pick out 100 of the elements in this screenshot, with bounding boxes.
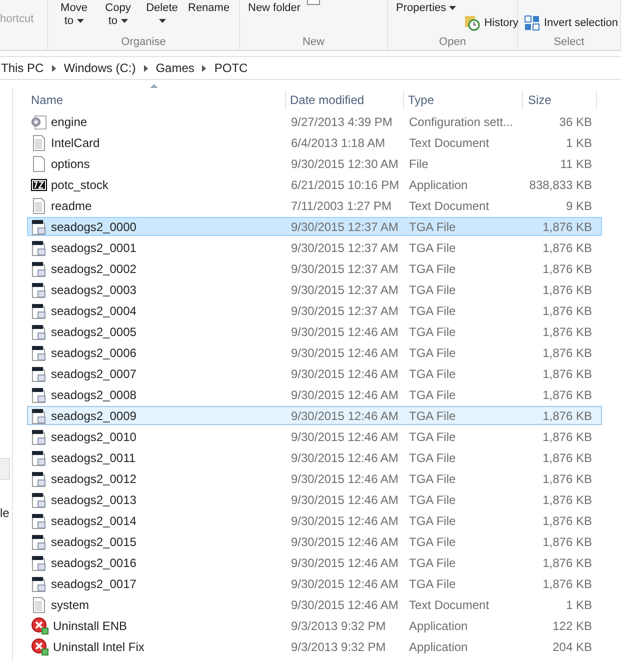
chevron-icon[interactable] [52,64,56,72]
file-row[interactable]: seadogs2_0013 9/30/2015 12:46 AM TGA File 1,876 KB [27,490,602,509]
date-modified: 6/4/2013 1:18 AM [291,136,386,150]
copy-button[interactable]: Copy to [98,0,138,30]
move-button[interactable]: Move to [54,0,94,30]
file-type: TGA File [409,282,456,296]
file-type: TGA File [409,240,456,254]
file-row[interactable]: seadogs2_0017 9/30/2015 12:46 AM TGA File 1,876 KB [27,574,602,593]
image-file-icon [31,386,47,402]
file-type: Text Document [409,136,490,150]
date-modified: 9/30/2015 12:46 AM [291,430,398,444]
file-size: 1,876 KB [542,472,592,486]
file-size: 1,876 KB [542,282,592,296]
date-modified: 9/30/2015 12:46 AM [291,576,398,590]
file-name: potc_stock [51,178,108,192]
text-file-icon [31,134,47,150]
file-row[interactable]: IntelCard 6/4/2013 1:18 AM Text Document 1 KB [27,133,602,152]
file-row[interactable]: seadogs2_0002 9/30/2015 12:37 AM TGA File 1,876 KB [27,259,602,278]
file-type: File [409,156,428,170]
image-file-icon [31,470,47,486]
column-header[interactable]: Size [523,90,597,110]
image-file-icon [31,260,47,276]
file-size: 1,876 KB [542,262,592,276]
file-row[interactable]: engine 9/27/2013 4:39 PM Configuration sett... 36 KB [27,112,602,131]
file-name: seadogs2_0011 [51,450,136,464]
image-file-icon [31,324,47,340]
file-row[interactable]: seadogs2_0006 9/30/2015 12:46 AM TGA File 1,876 KB [27,343,602,362]
file-size: 1,876 KB [542,430,592,444]
file-name: seadogs2_0007 [51,366,136,380]
file-row[interactable]: Uninstall ENB 9/3/2013 9:32 PM Application 122 KB [27,616,602,635]
date-modified: 9/30/2015 12:46 AM [291,472,398,486]
new-button[interactable]: New folder [246,0,303,17]
breadcrumb-item[interactable]: Windows (C:) [64,61,136,75]
history-button[interactable]: History [462,13,520,33]
file-row[interactable]: seadogs2_0014 9/30/2015 12:46 AM TGA File 1,876 KB [27,511,602,530]
text-file-icon [31,596,47,612]
file-row[interactable]: seadogs2_0016 9/30/2015 12:46 AM TGA File 1,876 KB [27,553,602,572]
file-name: system [51,598,90,612]
group-label: Open [439,36,466,48]
column-header[interactable]: Name [27,90,286,110]
file-row[interactable]: seadogs2_0010 9/30/2015 12:46 AM TGA File 1,876 KB [27,427,602,446]
file-size: 1,876 KB [542,492,592,506]
file-type: TGA File [409,304,456,318]
file-size: 1,876 KB [542,534,592,548]
image-file-icon [31,576,47,592]
file-row[interactable]: readme 7/11/2003 1:27 PM Text Document 9 KB [27,196,602,215]
delete-button[interactable]: Delete [142,0,182,30]
nav-item[interactable]: le [0,506,10,520]
file-row[interactable]: seadogs2_0000 9/30/2015 12:37 AM TGA File 1,876 KB [27,217,602,236]
file-row[interactable]: options 9/30/2015 12:30 AM File 11 KB [27,154,602,173]
file-type: Application [409,178,468,192]
date-modified: 9/30/2015 12:46 AM [291,450,398,464]
image-file-icon [31,344,47,360]
image-file-icon [31,512,47,528]
file-type: TGA File [409,388,456,402]
file-row[interactable]: seadogs2_0004 9/30/2015 12:37 AM TGA File 1,876 KB [27,301,602,320]
file-size: 36 KB [559,114,592,128]
scroll-thumb[interactable] [0,458,10,480]
column-header[interactable]: Type [404,90,523,110]
group-label: Organise [121,36,166,48]
chevron-icon[interactable] [144,64,148,72]
file-row[interactable]: seadogs2_0008 9/30/2015 12:46 AM TGA File 1,876 KB [27,385,602,404]
chevron-icon[interactable] [202,64,206,72]
file-size: 122 KB [552,619,592,633]
file-size: 1,876 KB [542,388,592,402]
file-name: IntelCard [51,136,100,150]
file-row[interactable]: seadogs2_0012 9/30/2015 12:46 AM TGA File 1,876 KB [27,469,602,488]
file-row[interactable]: Uninstall Intel Fix 9/3/2013 9:32 PM Application 204 KB [27,637,602,656]
date-modified: 7/11/2003 1:27 PM [291,198,392,212]
image-file-icon [31,492,47,508]
file-name: seadogs2_0013 [51,492,136,506]
file-row[interactable]: seadogs2_0007 9/30/2015 12:46 AM TGA File 1,876 KB [27,364,602,383]
file-row[interactable]: seadogs2_0005 9/30/2015 12:46 AM TGA File 1,876 KB [27,322,602,341]
file-size: 1 KB [566,598,592,612]
file-type: TGA File [409,346,456,360]
breadcrumb-item[interactable]: Games [156,61,194,75]
column-header[interactable]: Date modified [286,90,404,110]
file-row[interactable]: potc_stock 6/21/2015 10:16 PM Application 838,833 KB [27,175,602,194]
date-modified: 9/30/2015 12:46 AM [291,514,398,528]
file-name: seadogs2_0001 [51,240,136,254]
date-modified: 9/30/2015 12:30 AM [291,156,398,170]
properties-button[interactable]: Properties [394,0,458,17]
file-size: 1,876 KB [542,346,592,360]
date-modified: 9/30/2015 12:46 AM [291,598,398,612]
file-row[interactable]: seadogs2_0001 9/30/2015 12:37 AM TGA File 1,876 KB [27,238,602,257]
file-size: 838,833 KB [529,178,592,192]
file-row[interactable]: seadogs2_0011 9/30/2015 12:46 AM TGA File 1,876 KB [27,448,602,467]
address-bar[interactable]: This PC Windows (C:) Games POTC [0,56,621,80]
file-row[interactable]: seadogs2_0009 9/30/2015 12:46 AM TGA File 1,876 KB [27,406,602,425]
file-row[interactable]: system 9/30/2015 12:46 AM Text Document 1 KB [27,595,602,614]
invert-button[interactable]: Invert selection [522,13,620,33]
file-name: seadogs2_0014 [51,514,136,528]
breadcrumb-item[interactable]: This PC [1,61,44,75]
file-row[interactable]: seadogs2_0015 9/30/2015 12:46 AM TGA File 1,876 KB [27,532,602,551]
file-name: options [51,156,90,170]
file-type: TGA File [409,576,456,590]
breadcrumb-item[interactable]: POTC [214,61,248,75]
file-row[interactable]: seadogs2_0003 9/30/2015 12:37 AM TGA File 1,876 KB [27,280,602,299]
file-type: TGA File [409,472,456,486]
file-type: Application [409,640,468,654]
